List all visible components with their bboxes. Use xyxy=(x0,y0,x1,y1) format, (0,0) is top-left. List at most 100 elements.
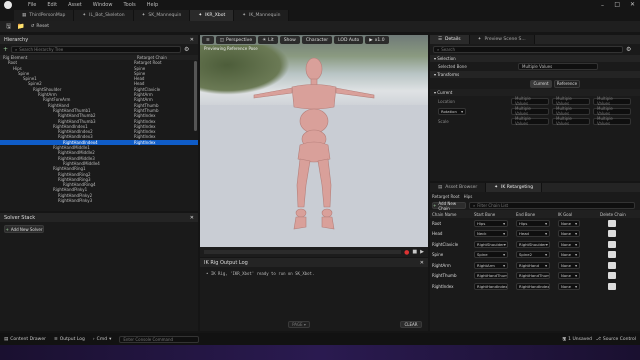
chain-goal-dropdown[interactable]: None ▾ xyxy=(558,272,580,280)
viewport-menu-button[interactable]: ≡ xyxy=(202,36,214,44)
chain-name[interactable]: Root xyxy=(432,221,474,226)
content-drawer-button[interactable]: ▤ Content Drawer xyxy=(4,337,46,342)
unsaved-indicator[interactable]: 🖫 1 Unsaved xyxy=(562,335,592,343)
menu-tools[interactable]: Tools xyxy=(123,2,135,8)
chain-goal-dropdown[interactable]: None ▾ xyxy=(558,282,580,290)
rotation-y[interactable]: Multiple Values xyxy=(552,106,590,116)
chain-start-dropdown[interactable]: RightArm ▾ xyxy=(474,261,508,269)
lod-button[interactable]: LOD Auto xyxy=(334,36,364,44)
close-panel-icon[interactable]: ✕ xyxy=(190,37,194,43)
chain-name[interactable]: Head xyxy=(432,231,474,236)
scale-y[interactable]: Multiple Values xyxy=(552,116,590,126)
speed-button[interactable]: ▶ x1.0 xyxy=(365,36,389,44)
delete-chain-icon[interactable] xyxy=(608,251,616,259)
stop-icon[interactable]: ■ xyxy=(412,249,417,255)
viewport[interactable]: ≡ ◫ Perspective ☀ Lit Show Character LOD A… xyxy=(200,35,428,257)
close-icon[interactable]: ✕ xyxy=(630,1,635,8)
chain-name[interactable]: RightIndex xyxy=(432,284,474,289)
chain-filter-input[interactable]: ⌕ Filter Chain List xyxy=(469,202,635,209)
chain-end-dropdown[interactable]: Head ▾ xyxy=(516,230,550,238)
selection-section[interactable]: ▾ Selection xyxy=(430,55,640,62)
menu-file[interactable]: File xyxy=(28,2,36,8)
console-input[interactable]: Enter Console Command xyxy=(119,335,200,343)
hierarchy-scrollbar[interactable] xyxy=(194,61,197,131)
page-button[interactable]: PAGE ▾ xyxy=(288,321,310,328)
chain-end-dropdown[interactable]: Hips ▾ xyxy=(516,219,550,227)
chain-start-dropdown[interactable]: RightShoulder ▾ xyxy=(474,240,508,248)
add-icon[interactable]: + xyxy=(3,46,8,53)
close-panel-icon[interactable]: ✕ xyxy=(420,260,424,266)
menu-window[interactable]: Window xyxy=(93,2,113,8)
rotation-z[interactable]: Multiple Values xyxy=(593,106,631,116)
chain-end-dropdown[interactable]: RightHandIndex4▾ xyxy=(516,282,550,290)
chain-goal-dropdown[interactable]: None ▾ xyxy=(558,261,580,269)
tab-ikr-xbot[interactable]: ✦ IKR_Xbot xyxy=(190,10,235,21)
character-button[interactable]: Character xyxy=(301,36,333,44)
location-z[interactable]: Multiple Values xyxy=(593,96,631,106)
rotation-mode-dropdown[interactable]: Rotation ▾ xyxy=(438,107,466,115)
perspective-button[interactable]: ◫ Perspective xyxy=(215,36,257,44)
clear-button[interactable]: CLEAR xyxy=(400,321,422,328)
menu-asset[interactable]: Asset xyxy=(68,2,82,8)
delete-chain-icon[interactable] xyxy=(608,261,616,269)
chain-start-dropdown[interactable]: RightHandIndex1▾ xyxy=(474,282,508,290)
record-icon[interactable]: ● xyxy=(404,249,409,256)
source-control-button[interactable]: ⎇ Source Control xyxy=(596,337,636,342)
save-icon[interactable]: 🖫 xyxy=(6,22,11,32)
chain-name[interactable]: RightArm xyxy=(432,263,474,268)
close-panel-icon[interactable]: ✕ xyxy=(190,215,194,221)
chain-name[interactable]: RightClavicle xyxy=(432,242,474,247)
chain-end-dropdown[interactable]: RightHandThumb4▾ xyxy=(516,272,550,280)
chain-start-dropdown[interactable]: Spine ▾ xyxy=(474,251,508,259)
rotation-x[interactable]: Multiple Values xyxy=(511,106,549,116)
current-toggle[interactable]: Current xyxy=(530,79,552,88)
tab-asset-browser[interactable]: ▤ Asset Browser xyxy=(430,183,487,192)
tab-sk-mannequin[interactable]: ✦ SK_Mannequin xyxy=(133,10,191,21)
location-y[interactable]: Multiple Values xyxy=(552,96,590,106)
hierarchy-row[interactable]: RightHandPinky3 xyxy=(0,198,198,203)
delete-chain-icon[interactable] xyxy=(608,240,616,248)
delete-chain-icon[interactable] xyxy=(608,219,616,227)
output-log-button[interactable]: ≡ Output Log xyxy=(54,337,85,342)
delete-chain-icon[interactable] xyxy=(608,272,616,280)
chain-name[interactable]: RightThumb xyxy=(432,273,474,278)
tab-ik-retargeting[interactable]: ✦ IK Retargeting xyxy=(486,183,543,192)
reference-toggle[interactable]: Reference xyxy=(554,79,580,88)
hierarchy-search-input[interactable]: ⌕ Search Hierarchy Tree xyxy=(11,46,182,53)
selected-bone-field[interactable]: Multiple Values xyxy=(518,63,598,70)
play-icon[interactable]: ▶ xyxy=(420,249,424,255)
add-chain-button[interactable]: + Add New Chain xyxy=(432,201,466,211)
location-x[interactable]: Multiple Values xyxy=(511,96,549,106)
cmd-dropdown[interactable]: › Cmd ▾ xyxy=(93,337,111,342)
show-button[interactable]: Show xyxy=(279,36,300,44)
chain-end-dropdown[interactable]: RightHand ▾ xyxy=(516,261,550,269)
reset-button[interactable]: ↺ Reset xyxy=(31,24,49,29)
tab-thirdpersonmap[interactable]: ▦ ThirdPersonMap xyxy=(14,10,75,21)
browse-icon[interactable]: 📁 xyxy=(17,23,24,30)
minimize-icon[interactable]: – xyxy=(601,2,604,9)
maximize-icon[interactable]: □ xyxy=(614,1,620,8)
delete-chain-icon[interactable] xyxy=(608,230,616,238)
chain-end-dropdown[interactable]: Spine2 ▾ xyxy=(516,251,550,259)
chain-goal-dropdown[interactable]: None ▾ xyxy=(558,230,580,238)
chain-goal-dropdown[interactable]: None ▾ xyxy=(558,251,580,259)
chain-name[interactable]: Spine xyxy=(432,252,474,257)
menu-help[interactable]: Help xyxy=(147,2,158,8)
tab-ik-mannequin[interactable]: ✦ IK_Mannequin xyxy=(234,10,290,21)
unreal-logo-icon[interactable] xyxy=(4,1,12,9)
chain-start-dropdown[interactable]: RightHandThumb1▾ xyxy=(474,272,508,280)
lit-button[interactable]: ☀ Lit xyxy=(258,36,278,44)
delete-chain-icon[interactable] xyxy=(608,282,616,290)
menu-edit[interactable]: Edit xyxy=(47,2,57,8)
scale-z[interactable]: Multiple Values xyxy=(593,116,631,126)
retarget-root-value[interactable]: Hips xyxy=(464,194,473,199)
settings-icon[interactable]: ⚙ xyxy=(184,46,189,53)
timeline-bar[interactable] xyxy=(204,250,402,254)
add-solver-button[interactable]: + Add New Solver xyxy=(4,225,44,233)
chain-goal-dropdown[interactable]: None ▾ xyxy=(558,219,580,227)
chain-start-dropdown[interactable]: Hips ▾ xyxy=(474,219,508,227)
chain-end-dropdown[interactable]: RightShoulder ▾ xyxy=(516,240,550,248)
tab-il-bot-skeleton[interactable]: ✦ IL_Bot_Skeleton xyxy=(74,10,134,21)
settings-icon[interactable]: ⚙ xyxy=(626,46,631,53)
tab-details[interactable]: ☰ Details xyxy=(430,35,470,44)
